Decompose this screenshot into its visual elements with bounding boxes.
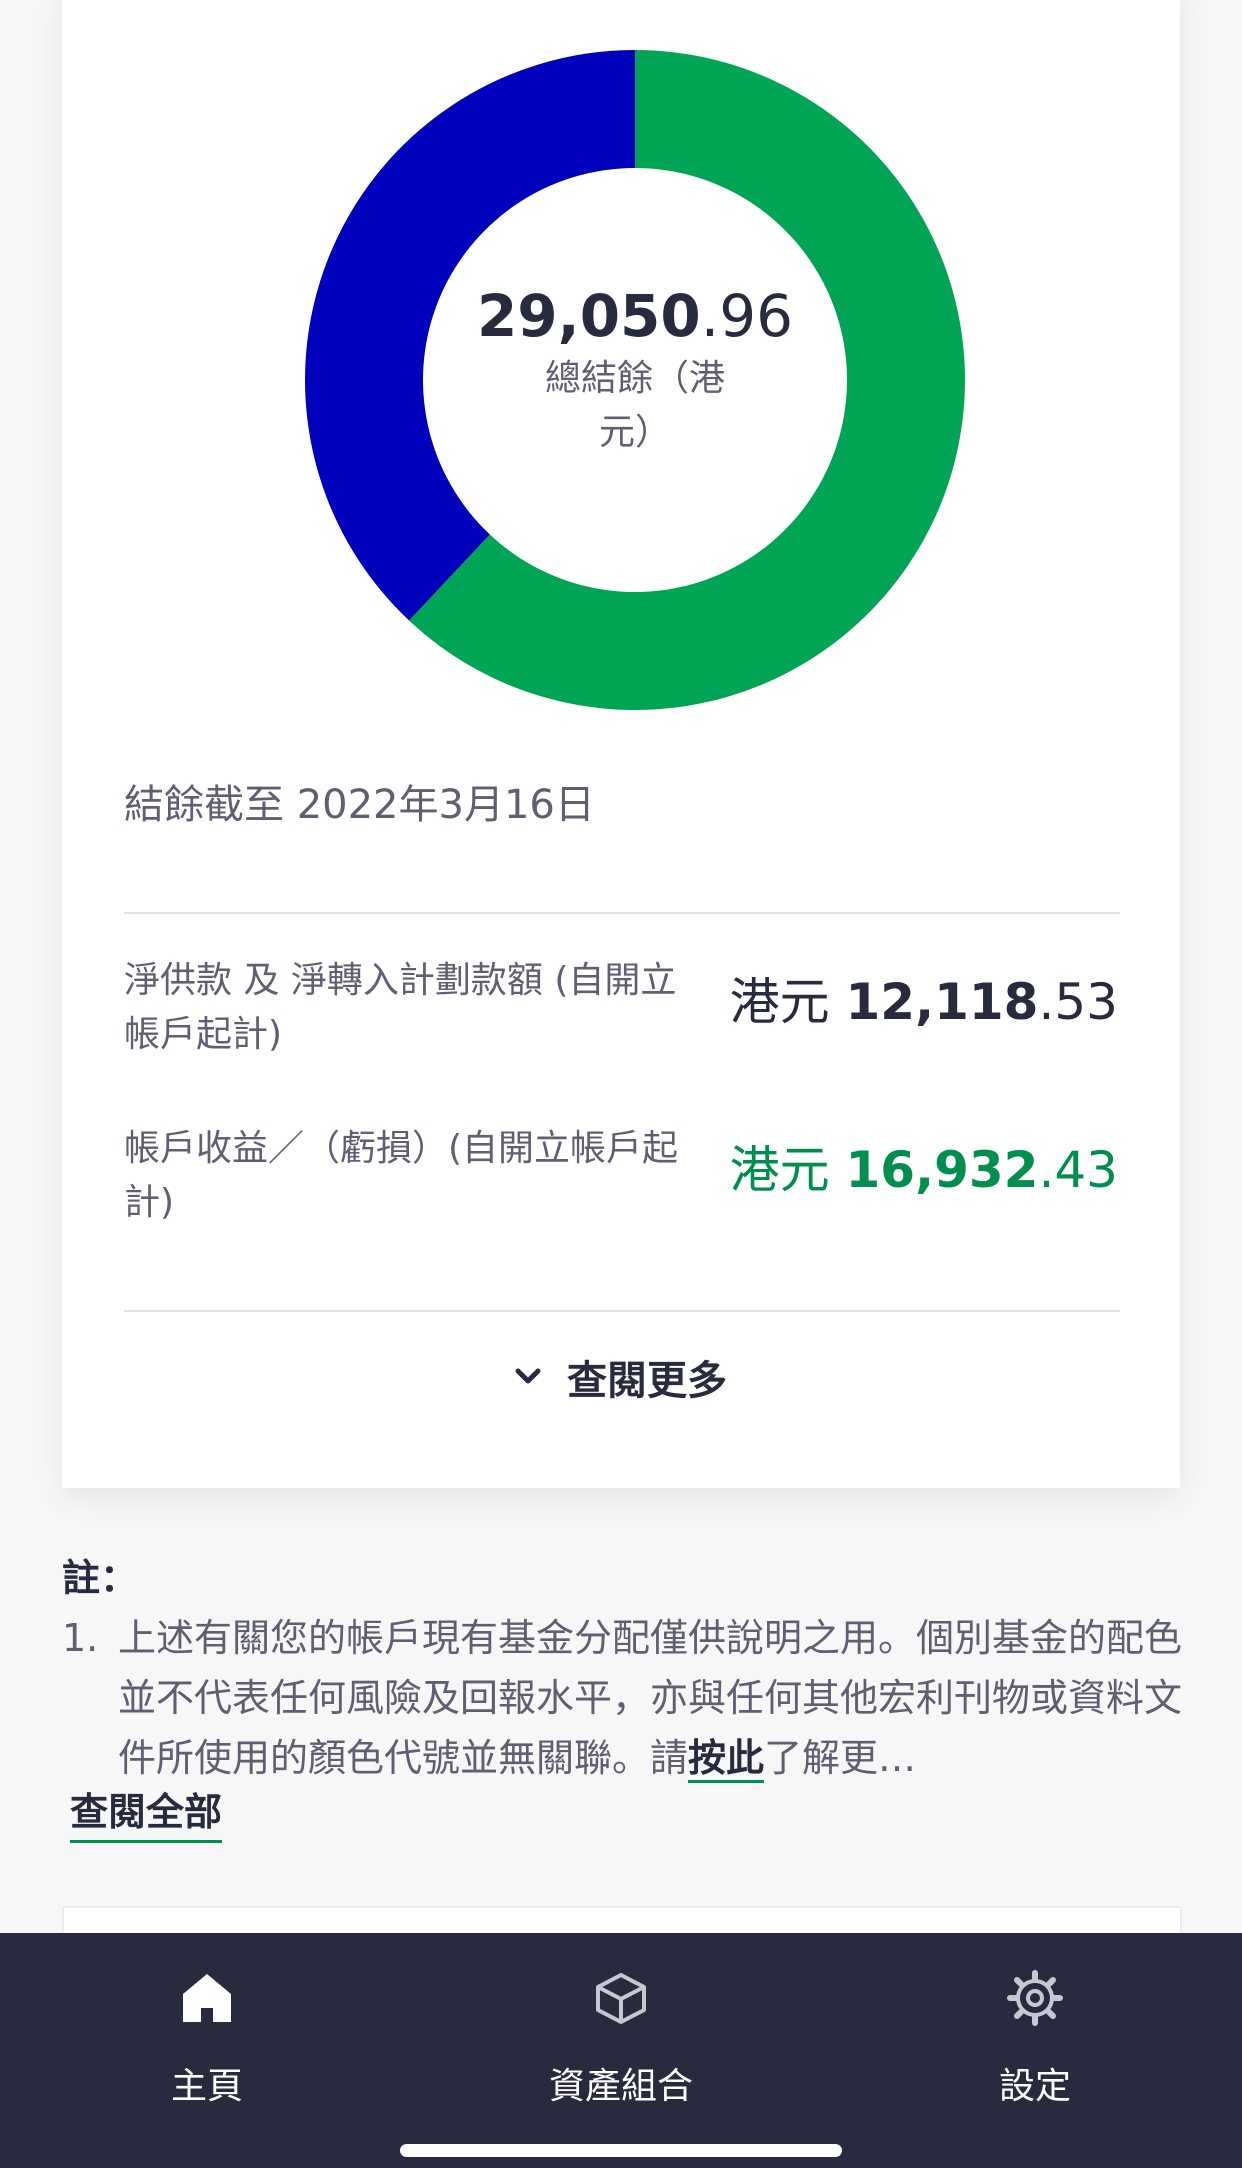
- total-balance-int: 29,050: [476, 282, 701, 350]
- tab-home[interactable]: 主頁: [77, 1963, 337, 2109]
- note-text-before: 上述有關您的帳戶現有基金分配僅供說明之用。個別基金的配色並不代表任何風險及回報水…: [118, 1616, 1183, 1780]
- chevron-down-icon: [515, 1368, 541, 1384]
- allocation-donut-chart: 29,050.96 總結餘（港元）: [305, 50, 965, 710]
- donut-center: 29,050.96 總結餘（港元）: [435, 280, 835, 460]
- divider: [124, 912, 1120, 914]
- notes-title: 註：: [62, 1556, 139, 1600]
- account-gain-dec: .43: [1038, 1141, 1118, 1199]
- bottom-tab-bar: 主頁 資產組合 設定: [0, 1933, 1242, 2168]
- account-gain-value: 港元 16,932.43: [730, 1140, 1118, 1200]
- view-more-button[interactable]: 查閱更多: [62, 1348, 1180, 1406]
- note-text-after: 了解更…: [764, 1736, 917, 1780]
- tab-settings[interactable]: 設定: [905, 1963, 1165, 2109]
- gear-icon: [1007, 1970, 1063, 2026]
- balance-card: 29,050.96 總結餘（港元） 結餘截至 2022年3月16日 淨供款 及 …: [62, 0, 1180, 1488]
- tab-portfolio[interactable]: 資產組合: [491, 1963, 751, 2109]
- cube-icon: [596, 1973, 646, 2024]
- notes-section: 註： 1. 上述有關您的帳戶現有基金分配僅供說明之用。個別基金的配色並不代表任何…: [62, 1548, 1182, 1788]
- net-contribution-currency: 港元: [729, 973, 830, 1031]
- home-indicator: [400, 2144, 842, 2157]
- total-balance-value: 29,050.96: [435, 280, 835, 352]
- home-icon: [183, 1974, 231, 2022]
- net-contribution-int: 12,118: [845, 973, 1039, 1031]
- tab-settings-label: 設定: [998, 2066, 1071, 2107]
- total-balance-dec: .96: [700, 282, 794, 350]
- account-gain-label: 帳戶收益／（虧損）(自開立帳戶起計): [124, 1128, 679, 1223]
- balance-as-of-date: 結餘截至 2022年3月16日: [124, 782, 595, 828]
- click-here-link[interactable]: 按此: [688, 1736, 765, 1783]
- note-number: 1.: [62, 1616, 99, 1660]
- net-contribution-value: 港元 12,118.53: [730, 972, 1118, 1032]
- view-all-link[interactable]: 查閱全部: [70, 1784, 223, 1843]
- view-more-label: 查閱更多: [567, 1358, 727, 1404]
- total-balance-label: 總結餘（港元）: [544, 358, 725, 453]
- note-item: 1. 上述有關您的帳戶現有基金分配僅供說明之用。個別基金的配色並不代表任何風險及…: [62, 1608, 1182, 1788]
- net-contribution-label: 淨供款 及 淨轉入計劃款額 (自開立帳戶起計): [124, 960, 677, 1055]
- note-text: 上述有關您的帳戶現有基金分配僅供說明之用。個別基金的配色並不代表任何風險及回報水…: [118, 1608, 1182, 1788]
- tab-portfolio-label: 資產組合: [548, 2066, 693, 2107]
- account-gain-int: 16,932: [845, 1141, 1039, 1199]
- divider: [124, 1310, 1120, 1312]
- tab-home-label: 主頁: [170, 2066, 243, 2107]
- net-contribution-dec: .53: [1038, 973, 1118, 1031]
- account-gain-currency: 港元: [729, 1141, 830, 1199]
